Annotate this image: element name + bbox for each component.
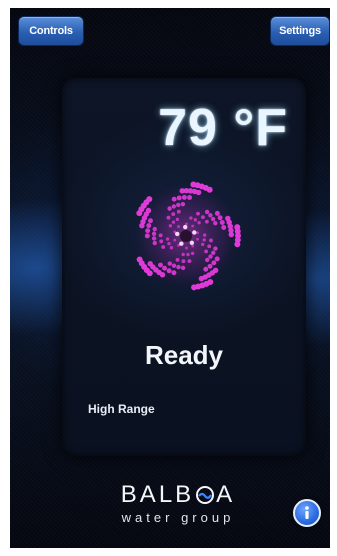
info-icon bbox=[305, 506, 309, 519]
brand-name-prefix: BALB bbox=[120, 481, 195, 508]
temperature-display: 79 °F bbox=[158, 99, 288, 157]
info-button[interactable] bbox=[293, 499, 321, 527]
wave-o-logo-icon bbox=[196, 486, 215, 504]
brand-name-suffix: A bbox=[216, 481, 236, 508]
status-panel: 79 °F Ready High Range bbox=[62, 78, 306, 456]
brand-tagline: water group bbox=[121, 510, 235, 525]
controls-button-label: Controls bbox=[29, 25, 73, 37]
swirl-jets-icon[interactable] bbox=[128, 178, 244, 294]
status-text: Ready bbox=[144, 340, 224, 370]
settings-button-label: Settings bbox=[279, 25, 321, 37]
controls-button[interactable]: Controls bbox=[18, 16, 84, 46]
settings-button[interactable]: Settings bbox=[270, 16, 330, 46]
app-screen: Controls Settings 79 °F Ready High Range… bbox=[10, 8, 330, 548]
brand-name: BALB A bbox=[98, 482, 258, 508]
brand-logo: BALB A water group bbox=[98, 482, 258, 526]
range-text: High Range bbox=[88, 402, 155, 416]
